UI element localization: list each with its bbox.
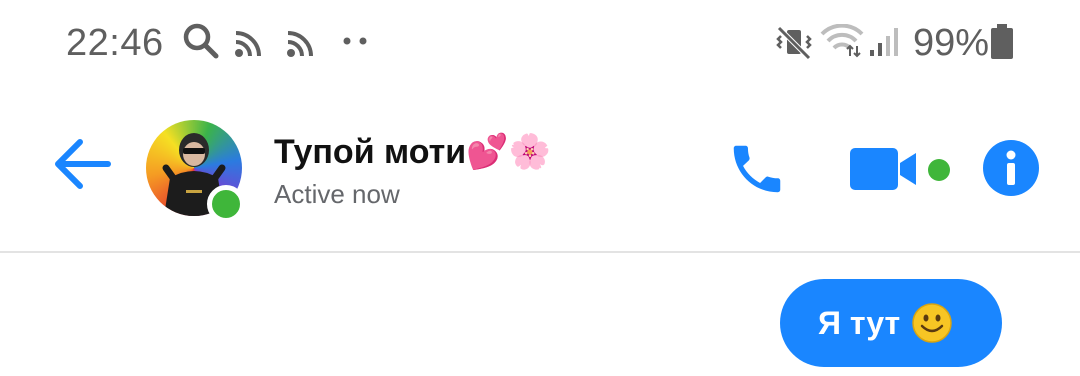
contact-status: Active now [274,179,400,209]
smiley-face-icon [912,303,952,343]
phone-icon [726,145,788,204]
chat-header: Тупой моти💕🌸 Active now [0,84,1080,252]
video-camera-icon [848,148,918,196]
message-text: Я тут [818,304,901,341]
battery-icon [990,24,1014,65]
arrow-left-icon [52,139,112,200]
back-button[interactable] [52,136,112,196]
rss-icon [234,30,262,63]
messenger-chat-screen: 22:46 99% Тупой моти💕🌸 Active now Я тут [0,0,1080,376]
info-icon [982,140,1040,201]
search-icon [182,22,220,65]
rss-icon [286,30,314,63]
video-active-dot [928,159,950,181]
status-time: 22:46 [66,22,164,64]
contact-name-text: Тупой моти [274,133,467,171]
voice-call-button[interactable] [726,138,788,205]
battery-percentage: 99% [913,22,990,64]
contact-name[interactable]: Тупой моти💕🌸 [274,132,551,172]
status-bar: 22:46 99% [0,0,1080,84]
contact-avatar[interactable] [146,120,245,223]
more-dots-icon [342,34,370,53]
vibrate-mute-icon [776,24,812,65]
contact-name-emoji: 💕🌸 [466,132,551,172]
wifi-icon [820,23,864,63]
sent-message-bubble[interactable]: Я тут [780,279,1002,367]
info-button[interactable] [982,139,1040,202]
video-call-button[interactable] [848,146,950,197]
signal-icon [868,26,900,63]
header-divider [0,251,1080,253]
online-presence-indicator [207,185,245,223]
